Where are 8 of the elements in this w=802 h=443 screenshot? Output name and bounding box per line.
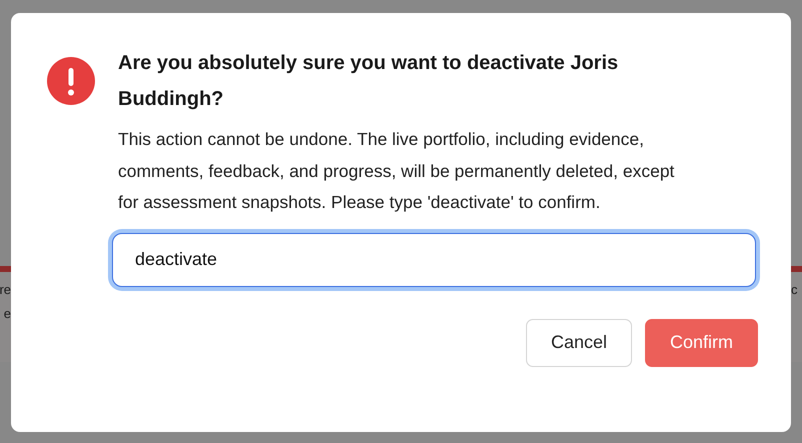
background-text: c xyxy=(791,282,798,298)
cancel-button[interactable]: Cancel xyxy=(526,318,632,366)
alert-icon xyxy=(47,57,95,105)
confirmation-input[interactable]: deactivate xyxy=(112,232,756,286)
background-text: re xyxy=(0,282,11,298)
dialog-message: This action cannot be undone. The live portfolio, including evidence, comments, feedback, and progress, will be permanently deleted, except for assessment snapshots. Please type 'deactivate' to confirm. xyxy=(118,128,676,214)
dialog-title: Are you absolutely sure you want to deactivate Joris Buddingh? xyxy=(118,51,620,112)
background-text: e xyxy=(4,306,11,322)
